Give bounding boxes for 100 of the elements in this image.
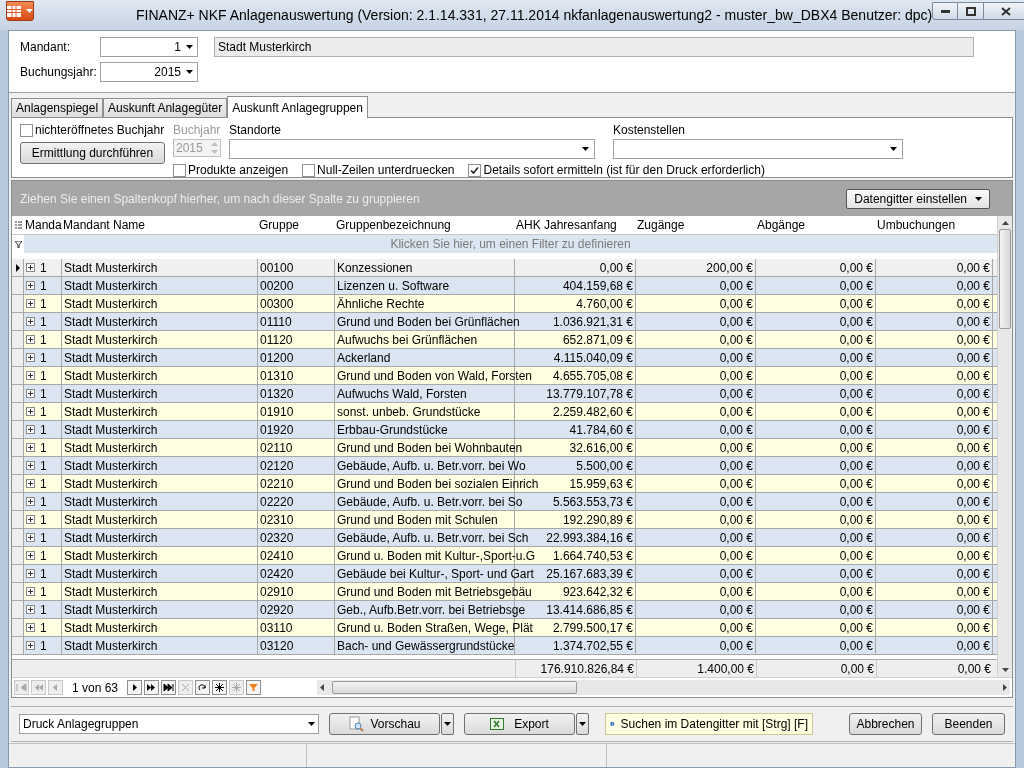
table-row[interactable]: 1 Stadt Musterkirch 01320 Aufwuchs Wald, Forsten 13.779.107,78 € 0,00 € 0,00 € 0,00 € bbox=[12, 385, 997, 403]
table-row[interactable]: 1 Stadt Musterkirch 02910 Grund und Boden mit Betriebsgebäu 923.642,32 € 0,00 € 0,00 € 0,00 € bbox=[12, 583, 997, 601]
filter-row[interactable]: Klicken Sie hier, um einen Filter zu definieren bbox=[24, 235, 997, 253]
table-row[interactable]: 1 Stadt Musterkirch 01120 Aufwuchs bei Grünflächen 652.871,09 € 0,00 € 0,00 € 0,00 € bbox=[12, 331, 997, 349]
expand-icon[interactable] bbox=[26, 281, 35, 290]
next-record-button[interactable] bbox=[127, 680, 143, 695]
horizontal-scrollbar[interactable] bbox=[317, 680, 1010, 695]
table-row[interactable]: 1 Stadt Musterkirch 01920 Erbbau-Grundstücke 41.784,60 € 0,00 € 0,00 € 0,00 € bbox=[12, 421, 997, 439]
tab[interactable]: Auskunft Anlagegruppen bbox=[227, 96, 368, 118]
checkbox[interactable] bbox=[302, 163, 316, 177]
table-cell-text: 1 bbox=[40, 439, 47, 457]
next-page-button[interactable] bbox=[144, 680, 160, 695]
expand-icon[interactable] bbox=[26, 263, 35, 272]
expand-icon[interactable] bbox=[26, 389, 35, 398]
vertical-scrollbar[interactable] bbox=[997, 216, 1012, 677]
tab[interactable]: Anlagenspiegel bbox=[11, 98, 104, 117]
minimize-button[interactable] bbox=[932, 2, 959, 20]
double-left-icon bbox=[33, 683, 44, 692]
expand-icon[interactable] bbox=[26, 353, 35, 362]
expand-icon[interactable] bbox=[26, 515, 35, 524]
run-button[interactable]: Ermittlung durchführen bbox=[20, 142, 165, 164]
table-cell-text: Stadt Musterkirch bbox=[64, 295, 158, 313]
previous-record-button[interactable] bbox=[48, 680, 63, 695]
preview-menu-button[interactable] bbox=[441, 713, 454, 735]
preview-button[interactable]: Vorschau bbox=[329, 713, 440, 735]
table-row[interactable]: 1 Stadt Musterkirch 00200 Lizenzen u. Software 404.159,68 € 0,00 € 0,00 € 0,00 € bbox=[12, 277, 997, 295]
table-cell-text: 1 bbox=[40, 421, 47, 439]
table-cell-text: 0,00 € bbox=[719, 421, 753, 439]
column-header[interactable]: Manda bbox=[24, 216, 62, 234]
expand-icon[interactable] bbox=[26, 317, 35, 326]
table-row[interactable]: 1 Stadt Musterkirch 02320 Gebäude, Aufb. u. Betr.vorr. bei Sch 22.993.384,16 € 0,00 € 0,00 € 0,00 € bbox=[12, 529, 997, 547]
new-record-button[interactable] bbox=[212, 680, 228, 695]
table-row[interactable]: 1 Stadt Musterkirch 02310 Grund und Boden mit Schulen 192.290,89 € 0,00 € 0,00 € 0,00 € bbox=[12, 511, 997, 529]
expand-icon[interactable] bbox=[26, 407, 35, 416]
table-cell-text: 0,00 € bbox=[839, 331, 873, 349]
table-row[interactable]: 1 Stadt Musterkirch 02120 Gebäude, Aufb. u. Betr.vorr. bei Wo 5.500,00 € 0,00 € 0,00 € 0,00 € bbox=[12, 457, 997, 475]
table-row[interactable]: 1 Stadt Musterkirch 00300 Ähnliche Rechte 4.760,00 € 0,00 € 0,00 € 0,00 € bbox=[12, 295, 997, 313]
expand-icon[interactable] bbox=[26, 425, 35, 434]
table-row[interactable]: 1 Stadt Musterkirch 02210 Grund und Boden bei sozialen Einrich 15.959,63 € 0,00 € 0,00 € 0,00 € bbox=[12, 475, 997, 493]
grid-settings-button[interactable]: Datengitter einstellen bbox=[846, 188, 990, 209]
expand-icon[interactable] bbox=[26, 551, 35, 560]
expand-icon[interactable] bbox=[26, 479, 35, 488]
column-header[interactable]: Gruppenbezeichnung bbox=[335, 216, 515, 234]
expand-icon[interactable] bbox=[26, 461, 35, 470]
expand-icon[interactable] bbox=[26, 533, 35, 542]
window-title: FINANZ+ NKF Anlagenauswertung (Version: 2.1.14.331, 27.11.2014 nkfanlagenauswertung2 - muster_bw_DBX4 Benutzer: dpc) bbox=[136, 5, 933, 25]
expand-icon[interactable] bbox=[26, 641, 35, 650]
table-row[interactable]: 1 Stadt Musterkirch 03110 Grund u. Boden Straßen, Wege, Plät 2.799.500,17 € 0,00 € 0,00 € 0,00 € bbox=[12, 619, 997, 637]
table-row[interactable]: 1 Stadt Musterkirch 03120 Bach- und Gewässergrundstücke 1.374.702,55 € 0,00 € 0,00 € 0,00 € bbox=[12, 637, 997, 655]
checkbox[interactable] bbox=[468, 163, 482, 177]
close-button[interactable] bbox=[984, 2, 1024, 20]
column-header[interactable]: Mandant Name bbox=[62, 216, 258, 234]
expand-icon[interactable] bbox=[26, 299, 35, 308]
filter-button[interactable] bbox=[246, 680, 262, 695]
expand-icon[interactable] bbox=[26, 371, 35, 380]
column-chooser-icon[interactable] bbox=[14, 221, 22, 229]
column-header[interactable]: Umbuchungen bbox=[876, 216, 993, 234]
cost-centers-dropdown[interactable] bbox=[613, 139, 903, 159]
table-row[interactable]: 1 Stadt Musterkirch 01910 sonst. unbeb. Grundstücke 2.259.482,60 € 0,00 € 0,00 € 0,00 € bbox=[12, 403, 997, 421]
checkbox[interactable] bbox=[173, 163, 186, 177]
scroll-thumb[interactable] bbox=[999, 229, 1011, 329]
column-header[interactable]: AHK Jahresanfang bbox=[515, 216, 636, 234]
mandant-dropdown[interactable]: 1 bbox=[100, 37, 198, 57]
table-row[interactable]: 1 Stadt Musterkirch 02410 Grund u. Boden mit Kultur-,Sport-u.G 1.664.740,53 € 0,00 € 0,00 € 0,00 € bbox=[12, 547, 997, 565]
table-row[interactable]: 1 Stadt Musterkirch 02110 Grund und Boden bei Wohnbauten 32.616,00 € 0,00 € 0,00 € 0,00 € bbox=[12, 439, 997, 457]
expand-icon[interactable] bbox=[26, 623, 35, 632]
report-dropdown[interactable]: Druck Anlagegruppen bbox=[19, 714, 319, 734]
table-cell-text: 2.799.500,17 € bbox=[552, 619, 633, 637]
table-row[interactable]: 1 Stadt Musterkirch 02220 Gebäude, Aufb. u. Betr.vorr. bei So 5.563.553,73 € 0,00 € 0,00 € 0,00 € bbox=[12, 493, 997, 511]
app-menu-button[interactable] bbox=[6, 1, 34, 21]
table-cell-text: Stadt Musterkirch bbox=[64, 313, 158, 331]
expand-icon[interactable] bbox=[26, 497, 35, 506]
export-button[interactable]: Export bbox=[464, 713, 575, 735]
table-row[interactable]: 1 Stadt Musterkirch 02920 Geb., Aufb.Betr.vorr. bei Betriebsge 13.414.686,85 € 0,00 € 0,00 € 0,00 € bbox=[12, 601, 997, 619]
previous-page-button[interactable] bbox=[31, 680, 46, 695]
table-row[interactable]: 1 Stadt Musterkirch 01310 Grund und Boden von Wald, Forsten 4.655.705,08 € 0,00 € 0,00 € 0,00 € bbox=[12, 367, 997, 385]
table-row[interactable]: 1 Stadt Musterkirch 00100 Konzessionen 0,00 € 200,00 € 0,00 € 0,00 € bbox=[12, 259, 997, 277]
first-record-button[interactable] bbox=[14, 680, 29, 695]
expand-icon[interactable] bbox=[26, 587, 35, 596]
tab[interactable]: Auskunft Anlagegüter bbox=[103, 98, 228, 117]
table-row[interactable]: 1 Stadt Musterkirch 02420 Gebäude bei Kultur-, Sport- und Gart 25.167.683,39 € 0,00 € 0,00 € 0,00 € bbox=[12, 565, 997, 583]
refresh-button[interactable] bbox=[195, 680, 211, 695]
checkbox[interactable] bbox=[20, 123, 33, 137]
close-button[interactable]: Beenden bbox=[932, 713, 1005, 735]
last-record-button[interactable] bbox=[161, 680, 177, 695]
maximize-button[interactable] bbox=[958, 2, 985, 20]
column-header[interactable]: Gruppe bbox=[258, 216, 335, 234]
column-header[interactable]: Zugänge bbox=[636, 216, 756, 234]
expand-icon[interactable] bbox=[26, 569, 35, 578]
export-menu-button[interactable] bbox=[576, 713, 589, 735]
expand-icon[interactable] bbox=[26, 605, 35, 614]
cancel-button[interactable]: Abbrechen bbox=[849, 713, 922, 735]
column-header[interactable]: Abgänge bbox=[756, 216, 876, 234]
scroll-thumb[interactable] bbox=[332, 681, 578, 694]
table-row[interactable]: 1 Stadt Musterkirch 01110 Grund und Boden bei Grünflächen 1.036.921,31 € 0,00 € 0,00 € 0,00 € bbox=[12, 313, 997, 331]
table-row[interactable]: 1 Stadt Musterkirch 01200 Ackerland 4.115.040,09 € 0,00 € 0,00 € 0,00 € bbox=[12, 349, 997, 367]
year-dropdown[interactable]: 2015 bbox=[100, 62, 198, 82]
table-cell-text: 22.993.384,16 € bbox=[546, 529, 633, 547]
expand-icon[interactable] bbox=[26, 335, 35, 344]
expand-icon[interactable] bbox=[26, 443, 35, 452]
